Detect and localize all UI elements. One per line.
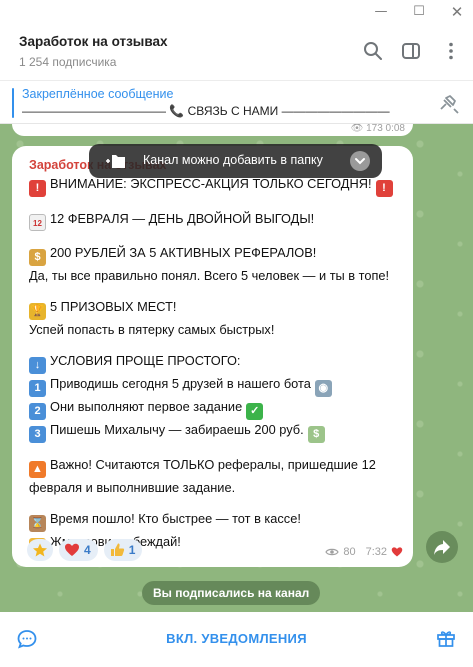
gift-icon[interactable] (435, 627, 457, 649)
siren-icon: ! (29, 180, 46, 197)
minimize-icon[interactable]: — (371, 4, 391, 20)
money-icon: $ (307, 426, 325, 443)
folder-tip-toast[interactable]: Канал можно добавить в папку (89, 144, 382, 178)
more-icon[interactable] (440, 40, 462, 62)
message-line: $200 РУБЛЕЙ ЗА 5 АКТИВНЫХ РЕФЕРАЛОВ! (29, 243, 404, 266)
fire-icon: ▲ (29, 461, 46, 478)
search-icon[interactable] (362, 40, 384, 62)
enable-notifications-button[interactable]: ВКЛ. УВЕДОМЛЕНИЯ (0, 631, 473, 646)
chat-area[interactable]: 👁 173 0:08 Заработок на отзывах !ВНИМАНИ… (0, 124, 473, 612)
pinned-message-bar[interactable]: Закреплённое сообщение ———————————— 📞 СВ… (0, 80, 473, 124)
heart-icon (65, 543, 79, 556)
maximize-icon[interactable]: ☐ (409, 4, 429, 20)
thumbs-up-icon (110, 543, 124, 556)
down-arrow-icon: ↓ (29, 357, 46, 374)
reaction-star[interactable] (27, 539, 53, 561)
chat-header[interactable]: Заработок на отзывах 1 254 подписчика (0, 24, 473, 78)
hourglass-icon: ⌛ (29, 515, 46, 532)
message-line: Успей попасть в пятерку самых быстрых! (29, 322, 275, 337)
keycap-2-icon: 2 (29, 403, 46, 420)
previous-message-bubble[interactable]: 👁 173 0:08 (12, 124, 413, 136)
sidebar-toggle-icon[interactable] (400, 40, 422, 62)
window-controls: — ☐ ✕ (343, 0, 473, 24)
trophy-icon: 🏆 (29, 303, 46, 320)
message-line: ↓ УСЛОВИЯ ПРОЩЕ ПРОСТОГО: (29, 351, 404, 374)
star-icon (33, 543, 47, 557)
message-line: 2 Они выполняют первое задание ✓ (29, 397, 404, 420)
channel-title[interactable]: Заработок на отзывах (19, 34, 167, 49)
views-icon (325, 548, 340, 556)
view-count: 80 (343, 546, 356, 558)
message-time: 7:32 (365, 546, 387, 558)
pinned-text: ———————————— 📞 СВЯЗЬ С НАМИ ————————— (22, 104, 390, 118)
subscriber-count: 1 254 подписчика (19, 55, 117, 69)
money-bag-icon: $ (29, 249, 46, 266)
pinned-list-icon[interactable] (437, 92, 459, 114)
check-mark-icon: ✓ (246, 403, 264, 420)
reaction-thumbs-count: 1 (128, 543, 136, 557)
message-line: 3 Пишешь Михалычу — забираешь 200 руб. $ (29, 420, 404, 443)
service-message: Вы подписались на канал (142, 581, 321, 605)
close-icon[interactable]: ✕ (447, 4, 467, 20)
keycap-1-icon: 1 (29, 380, 46, 397)
reaction-thumbs-up[interactable]: 1 (103, 539, 143, 561)
message-bubble[interactable]: Заработок на отзывах !ВНИМАНИЕ: ЭКСПРЕСС… (12, 146, 413, 567)
folder-icon (106, 155, 125, 168)
heart-icon (391, 547, 403, 557)
message-line: февраля и выполнившие задание. (29, 480, 236, 495)
toast-text: Канал можно добавить в папку (143, 153, 323, 167)
reaction-heart[interactable]: 4 (59, 539, 98, 561)
forward-button[interactable] (426, 531, 458, 563)
message-line: 12 12 ФЕВРАЛЯ — ДЕНЬ ДВОЙНОЙ ВЫГОДЫ! (29, 209, 404, 231)
keycap-3-icon: 3 (29, 426, 46, 443)
siren-icon: ! (375, 180, 393, 197)
bottom-bar: ВКЛ. УВЕДОМЛЕНИЯ (0, 612, 473, 667)
chevron-down-icon[interactable] (350, 151, 370, 171)
pinned-indicator (12, 88, 14, 118)
calendar-icon: 12 (29, 214, 46, 231)
message-line: Да, ты все правильно понял. Всего 5 чело… (29, 268, 390, 283)
reactions-bar: 4 1 (27, 539, 143, 561)
message-line: ▲ Важно! Считаются ТОЛЬКО рефералы, прише… (29, 455, 404, 478)
reaction-heart-count: 4 (84, 543, 91, 557)
message-line: 🏆 5 ПРИЗОВЫХ МЕСТ! (29, 297, 404, 320)
previous-message-meta: 👁 173 0:08 (350, 124, 405, 134)
pinned-title: Закреплённое сообщение (22, 87, 174, 101)
message-line: 1 Приводишь сегодня 5 друзей в нашего бот… (29, 374, 404, 397)
message-meta: 80 7:32 (325, 546, 403, 558)
message-line: ⌛ Время пошло! Кто быстрее — тот в кассе! (29, 509, 404, 532)
forward-icon (434, 540, 450, 555)
robot-icon: ◉ (314, 380, 332, 397)
